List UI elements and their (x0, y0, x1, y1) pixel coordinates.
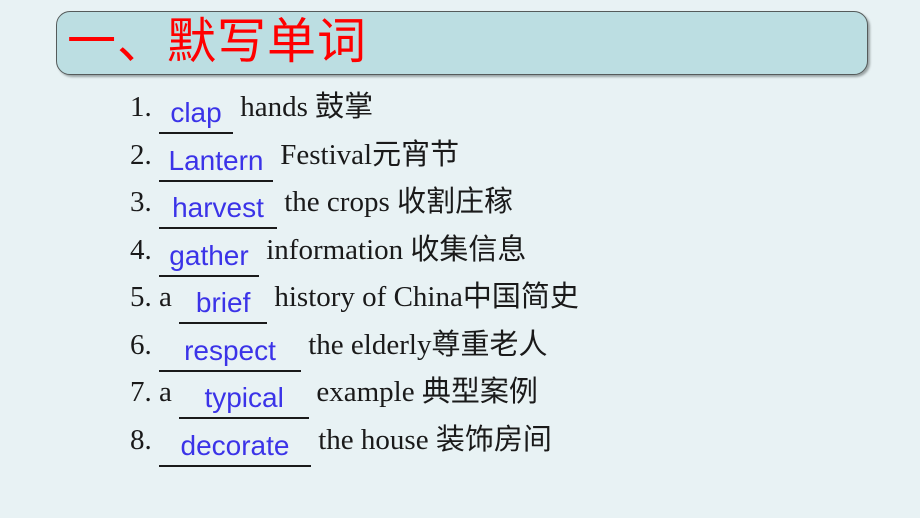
list-item-chinese-gloss: 装饰房间 (435, 423, 552, 456)
list-item-number: 4. (130, 233, 152, 266)
page-title: 一、默写单词 (67, 14, 368, 69)
list-item-number: 7. (130, 376, 152, 408)
list-item-number: 5. (130, 281, 152, 313)
list-item-number: 1. (130, 91, 152, 123)
answer-blank[interactable]: harvest (159, 189, 277, 229)
list-item-english-text: the elderly (301, 328, 432, 361)
answer-blank[interactable]: clap (159, 94, 233, 134)
title-banner: 一、默写单词 (56, 11, 868, 75)
answer-blank[interactable]: decorate (159, 427, 311, 467)
list-item: 7. a typical example 典型案例 (130, 369, 910, 419)
list-item: 6. respect the elderly尊重老人 (130, 322, 910, 372)
list-item-english-text: the house (311, 423, 436, 456)
list-item-chinese-gloss: 鼓掌 (315, 91, 374, 123)
list-item-english-text: example (309, 376, 422, 408)
answer-blank[interactable]: gather (159, 237, 259, 277)
list-item-number: 6. (130, 328, 152, 361)
list-item-chinese-gloss: 尊重老人 (431, 328, 548, 361)
slide-canvas: 一、默写单词 1. clap hands 鼓掌 2. Lantern Festiv… (0, 0, 920, 518)
list-item-number: 3. (130, 186, 152, 218)
list-item-chinese-gloss: 典型案例 (421, 376, 538, 408)
list-item-prefix-text: a (151, 281, 180, 313)
word-fill-in-list: 1. clap hands 鼓掌 2. Lantern Festival元宵节 3.… (130, 84, 910, 467)
list-item-english-text: hands (233, 91, 316, 123)
answer-blank[interactable]: respect (159, 332, 301, 372)
list-item: 1. clap hands 鼓掌 (130, 84, 910, 134)
list-item-english-text: the crops (277, 186, 397, 218)
list-item-chinese-gloss: 中国简史 (462, 281, 579, 313)
answer-blank[interactable]: Lantern (159, 142, 273, 182)
list-item-prefix-text: a (151, 376, 180, 408)
list-item-chinese-gloss: 收集信息 (410, 233, 527, 266)
list-item: 4. gather information 收集信息 (130, 227, 910, 277)
list-item-number: 2. (130, 138, 152, 171)
list-item-number: 8. (130, 423, 152, 456)
list-item-chinese-gloss: 收割庄稼 (397, 186, 514, 218)
answer-blank[interactable]: brief (179, 284, 268, 324)
answer-blank[interactable]: typical (179, 379, 310, 419)
list-item: 8. decorate the house 装饰房间 (130, 417, 910, 467)
list-item: 5. a brief history of China中国简史 (130, 274, 910, 324)
list-item: 2. Lantern Festival元宵节 (130, 132, 910, 182)
list-item: 3. harvest the crops 收割庄稼 (130, 179, 910, 229)
list-item-english-text: history of China (267, 281, 463, 313)
list-item-english-text: Festival (273, 138, 373, 171)
list-item-english-text: information (259, 233, 411, 266)
list-item-chinese-gloss: 元宵节 (372, 138, 460, 171)
